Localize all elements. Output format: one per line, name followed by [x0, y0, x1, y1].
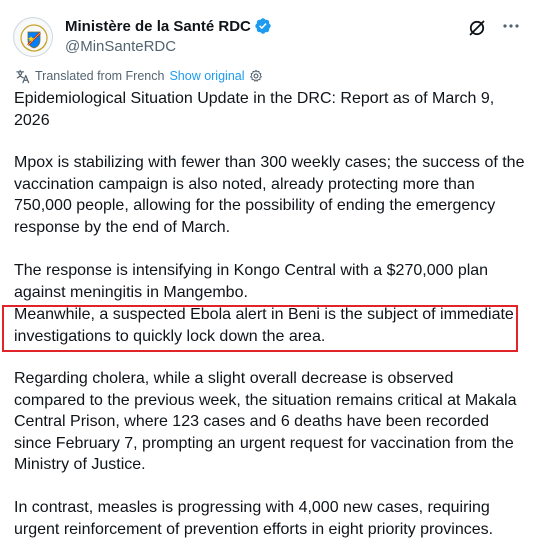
post-paragraph-measles: In contrast, measles is progressing with…: [14, 499, 494, 538]
translate-icon: [16, 69, 30, 83]
more-options-icon[interactable]: [501, 16, 521, 36]
account-names: Ministère de la Santé RDC @MinSanteRDC: [65, 16, 272, 55]
translation-bar: Translated from French Show original: [15, 67, 263, 85]
show-original-link[interactable]: Show original: [169, 69, 244, 83]
post-paragraph-title: Epidemiological Situation Update in the …: [14, 90, 495, 129]
gear-icon[interactable]: [249, 69, 263, 83]
handle[interactable]: @MinSanteRDC: [65, 38, 272, 55]
post-paragraph-mpox: Mpox is stabilizing with fewer than 300 …: [14, 154, 525, 236]
translation-note: Translated from French: [35, 69, 165, 83]
verified-badge-icon[interactable]: [254, 17, 272, 35]
post-header: Ministère de la Santé RDC @MinSanteRDC: [13, 14, 525, 58]
display-name-row: Ministère de la Santé RDC: [65, 16, 272, 36]
grok-icon[interactable]: [467, 18, 487, 38]
post-paragraph-cholera: Regarding cholera, while a slight overal…: [14, 370, 517, 473]
highlight-box: [2, 305, 518, 352]
avatar[interactable]: [13, 17, 53, 57]
coat-of-arms-icon: [15, 19, 52, 56]
display-name[interactable]: Ministère de la Santé RDC: [65, 18, 251, 35]
post-paragraph-meningitis: The response is intensifying in Kongo Ce…: [14, 262, 489, 301]
